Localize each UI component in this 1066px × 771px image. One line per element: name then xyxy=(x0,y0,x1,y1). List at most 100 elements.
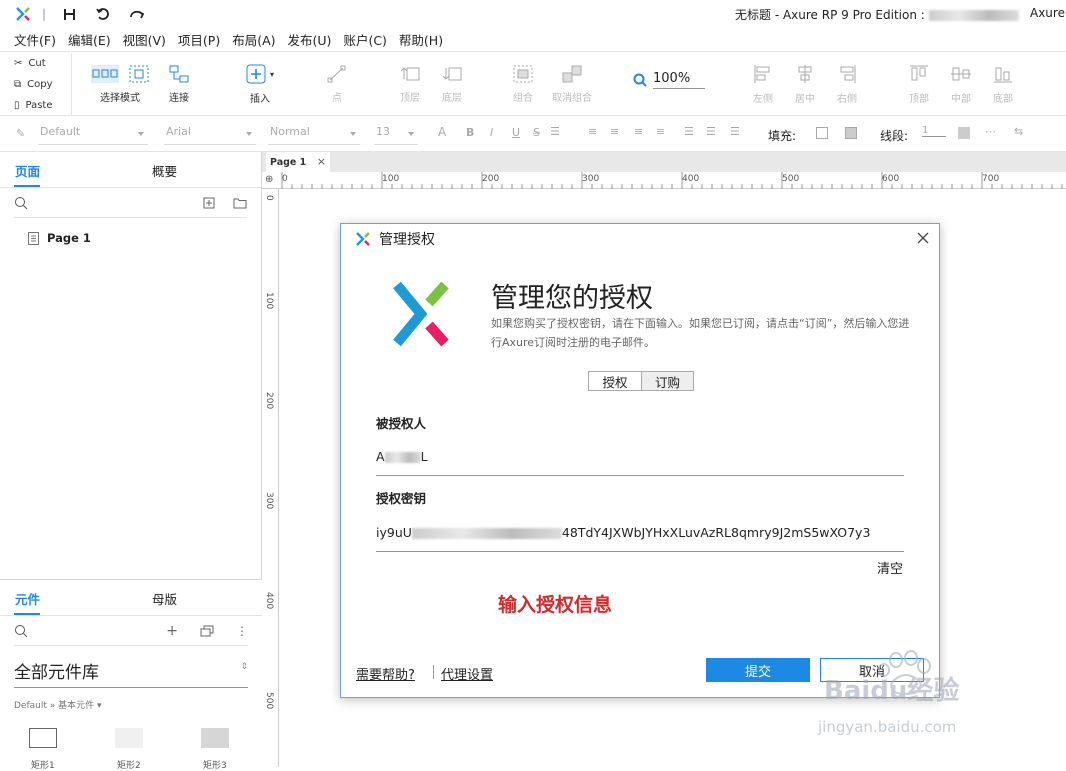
align-right-button[interactable]: 右侧 xyxy=(832,53,862,116)
font-size-select[interactable]: 13 xyxy=(374,125,418,145)
align-middle-button[interactable]: 中部 xyxy=(946,53,976,116)
clear-link[interactable]: 清空 xyxy=(877,558,903,577)
close-tab-icon[interactable]: × xyxy=(317,155,326,168)
tab-widgets[interactable]: 元件 xyxy=(0,580,130,616)
title-separator: | xyxy=(42,7,47,21)
valign-middle-icon[interactable]: ☰ xyxy=(706,125,716,138)
arrow-style-icon[interactable]: ⇆ xyxy=(1014,125,1023,138)
menu-view[interactable]: 视图(V) xyxy=(117,30,172,49)
align-text-left-icon[interactable]: ≡ xyxy=(588,125,597,138)
align-center-button[interactable]: 居中 xyxy=(790,53,820,116)
align-text-right-icon[interactable]: ≡ xyxy=(634,125,643,138)
paste-label: Paste xyxy=(25,100,53,111)
italic-icon[interactable]: I xyxy=(490,126,493,139)
ungroup-button[interactable]: 取消组合 xyxy=(548,53,596,116)
widget-rect1[interactable] xyxy=(29,728,57,748)
widget-rect3[interactable] xyxy=(201,728,229,748)
tab-masters[interactable]: 母版 xyxy=(130,580,260,616)
add-page-icon[interactable] xyxy=(203,197,215,209)
bullet-list-icon[interactable]: ☰ xyxy=(550,125,560,138)
underline-icon[interactable]: U xyxy=(512,126,520,139)
submit-button[interactable]: 提交 xyxy=(706,658,810,682)
undo-icon[interactable] xyxy=(92,3,114,25)
license-key-field[interactable]: iy9uU 48TdY4JXWbJYHxXLuvAzRL8qmry9J2mS5wX… xyxy=(376,525,904,552)
search-icon[interactable] xyxy=(14,196,28,210)
menu-publish[interactable]: 发布(U) xyxy=(282,30,338,49)
group-button[interactable]: 组合 xyxy=(506,53,540,116)
widget-rect2[interactable] xyxy=(115,728,143,748)
bring-to-front-button[interactable]: 顶层 xyxy=(392,53,428,116)
font-color-icon[interactable]: A xyxy=(438,125,446,139)
line-pattern-icon[interactable]: ⋯ xyxy=(985,125,996,138)
menu-project[interactable]: 项目(P) xyxy=(172,30,226,49)
zoom-control[interactable]: 100% xyxy=(633,71,705,89)
select-mode-icon xyxy=(91,65,149,83)
valign-top-icon[interactable]: ☰ xyxy=(684,125,694,138)
align-top-button[interactable]: 顶部 xyxy=(904,53,934,116)
library-more-icon[interactable]: ⋮ xyxy=(236,624,248,638)
license-key-label: 授权密钥 xyxy=(376,491,427,506)
ruler-v-300: 300 xyxy=(264,492,274,510)
tab-pages[interactable]: 页面 xyxy=(0,152,130,188)
library-search-icon[interactable] xyxy=(14,624,28,638)
close-icon[interactable] xyxy=(915,230,931,246)
send-to-back-button[interactable]: 底层 xyxy=(434,53,470,116)
point-button[interactable]: 点 xyxy=(322,53,352,116)
style-select[interactable]: Default xyxy=(38,125,148,145)
tab-outline[interactable]: 概要 xyxy=(130,152,260,188)
paste-button[interactable]: ▯ Paste xyxy=(0,95,71,116)
align-text-center-icon[interactable]: ≡ xyxy=(610,125,619,138)
select-mode-button[interactable]: 选择模式 xyxy=(84,53,156,116)
line-color-swatch[interactable] xyxy=(958,127,970,139)
add-folder-icon[interactable] xyxy=(233,197,247,209)
line-width-input[interactable]: 1 xyxy=(922,125,946,137)
licensee-field[interactable]: AL xyxy=(376,449,904,476)
align-top-icon xyxy=(910,65,928,81)
insert-button[interactable]: ▾ 插入 xyxy=(240,53,280,116)
shadow-swatch[interactable] xyxy=(845,127,857,139)
widget-rect3-label: 矩形3 xyxy=(203,761,227,771)
menu-edit[interactable]: 编辑(E) xyxy=(62,30,117,49)
window-title-right: Axure xyxy=(1030,6,1065,20)
paste-icon: ▯ xyxy=(14,100,20,111)
justify-text-icon[interactable]: ≡ xyxy=(656,125,665,138)
align-left-label: 左侧 xyxy=(753,94,773,105)
dialog-heading: 管理您的授权 xyxy=(491,283,653,314)
help-link[interactable]: 需要帮助? xyxy=(356,664,415,683)
connect-icon xyxy=(169,65,189,83)
align-bottom-button[interactable]: 底部 xyxy=(988,53,1018,116)
align-left-button[interactable]: 左侧 xyxy=(748,53,778,116)
library-breadcrumb[interactable]: Default » 基本元件 ▾ xyxy=(14,698,248,711)
manage-license-dialog: 管理授权 管理您的授权 如果您购买了授权密钥，请在下面输入。如果您已订阅，请点击… xyxy=(340,223,940,698)
document-tab-page1[interactable]: Page 1 × xyxy=(266,152,330,172)
library-panel: 元件 母版 + ⋮ 全部元件库 ⇕ Default » 基本元件 ▾ 矩形1 矩… xyxy=(0,579,262,771)
menu-file[interactable]: 文件(F) xyxy=(8,30,62,49)
menu-account[interactable]: 账户(C) xyxy=(337,30,392,49)
proxy-settings-link[interactable]: 代理设置 xyxy=(441,664,493,683)
menu-arrange[interactable]: 布局(A) xyxy=(226,30,281,49)
save-icon[interactable] xyxy=(58,3,80,25)
valign-bottom-icon[interactable]: ☰ xyxy=(730,125,740,138)
library-select[interactable]: 全部元件库 ⇕ xyxy=(14,658,248,688)
menu-help[interactable]: 帮助(H) xyxy=(393,30,449,49)
fill-color-swatch[interactable] xyxy=(816,127,828,139)
bold-icon[interactable]: B xyxy=(466,126,474,139)
window-title: 无标题 - Axure RP 9 Pro Edition : xyxy=(735,6,1019,23)
watermark-url: jingyan.baidu.com xyxy=(818,718,957,736)
point-label: 点 xyxy=(332,93,342,104)
page-list-item[interactable]: Page 1 xyxy=(0,218,261,258)
font-weight-select[interactable]: Normal xyxy=(268,125,360,145)
tab-subscribe[interactable]: 订购 xyxy=(641,372,693,390)
font-select[interactable]: Arial xyxy=(164,125,256,145)
tab-license[interactable]: 授权 xyxy=(589,372,641,390)
add-library-icon[interactable]: + xyxy=(166,623,178,639)
align-right-label: 右侧 xyxy=(837,94,857,105)
connect-button[interactable]: 连接 xyxy=(160,53,198,116)
zoom-value[interactable]: 100% xyxy=(653,71,705,89)
redo-icon[interactable] xyxy=(126,3,148,25)
copy-button[interactable]: ⧉ Copy xyxy=(0,74,71,95)
cut-button[interactable]: ✂ Cut xyxy=(0,53,71,74)
ruler-v-400: 400 xyxy=(264,592,274,610)
strikethrough-icon[interactable]: S̶ xyxy=(533,126,540,139)
library-copy-icon[interactable] xyxy=(200,625,214,637)
